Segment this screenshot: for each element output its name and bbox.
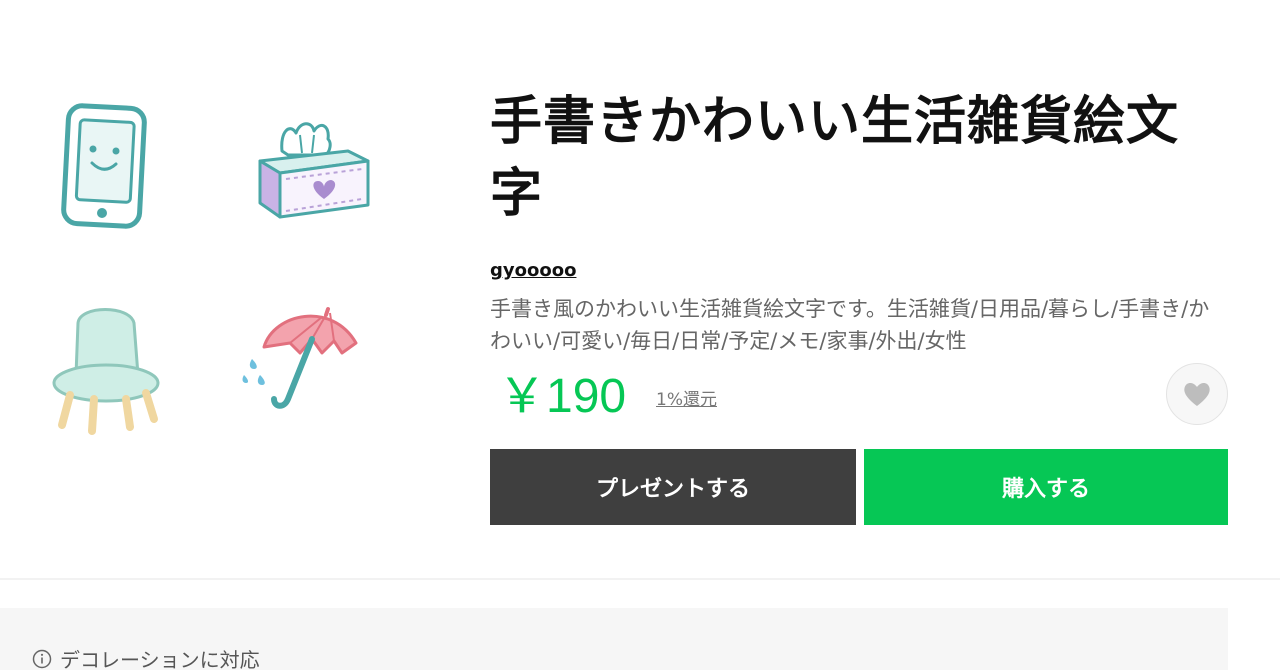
tissue-box-sticker-icon[interactable] (230, 95, 380, 245)
decoration-notice: デコレーションに対応 (32, 644, 260, 670)
buy-button[interactable]: 購入する (864, 449, 1228, 525)
info-icon (32, 649, 52, 668)
sticker-product-page: 手書きかわいい生活雑貨絵文字 gyooooo 手書き風のかわいい生活雑貨絵文字で… (0, 0, 1280, 670)
chair-sticker-icon[interactable] (30, 295, 180, 445)
product-title: 手書きかわいい生活雑貨絵文字 (490, 92, 1180, 224)
cashback-link[interactable]: 1%還元 (656, 385, 717, 410)
purchase-buttons: プレゼントする 購入する (490, 449, 1228, 525)
author-link[interactable]: gyooooo (490, 260, 576, 281)
section-divider (0, 578, 1280, 580)
heart-icon (1184, 383, 1210, 406)
product-info: 手書きかわいい生活雑貨絵文字 gyooooo 手書き風のかわいい生活雑貨絵文字で… (490, 86, 1228, 525)
notice-box: デコレーションに対応 (0, 608, 1228, 670)
price-label: ￥190 (498, 370, 627, 423)
favorite-button[interactable] (1166, 363, 1228, 425)
sticker-preview-grid (30, 80, 430, 460)
umbrella-sticker-icon[interactable] (230, 295, 380, 445)
product-description: 手書き風のかわいい生活雑貨絵文字です。生活雑貨/日用品/暮らし/手書き/かわいい… (490, 297, 1210, 353)
smartphone-sticker-icon[interactable] (30, 95, 180, 245)
price-row: ￥190 1%還元 (490, 363, 1228, 429)
gift-button[interactable]: プレゼントする (490, 449, 856, 525)
decoration-notice-text: デコレーションに対応 (60, 648, 260, 670)
